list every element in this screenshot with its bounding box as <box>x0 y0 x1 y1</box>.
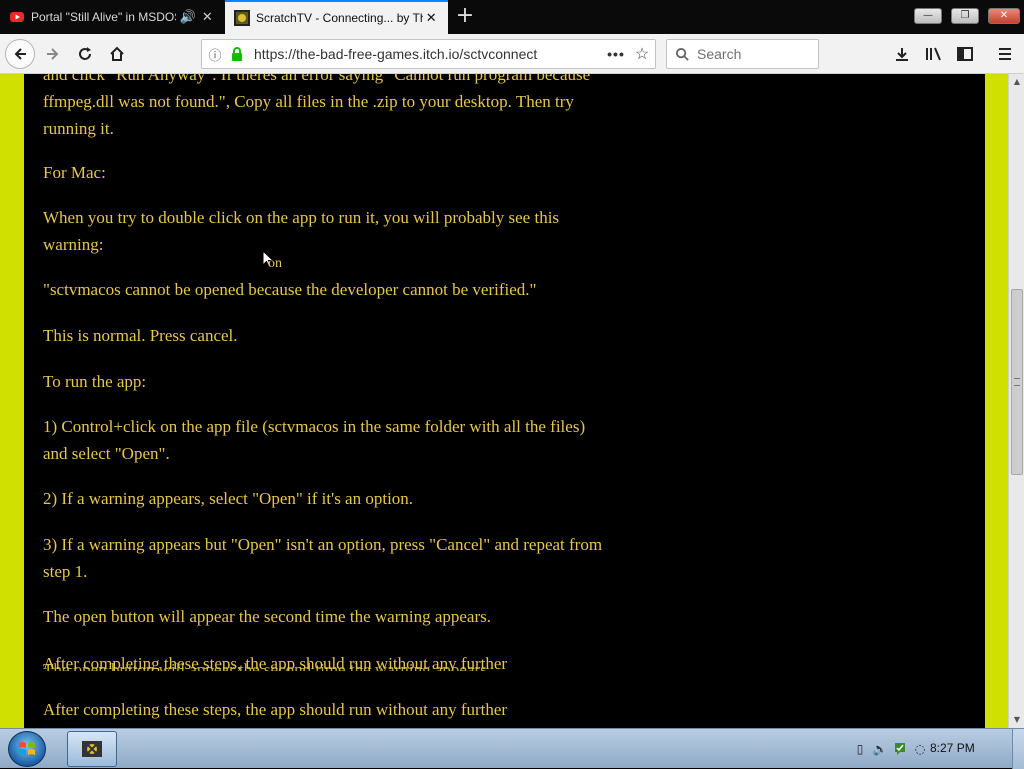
address-bar[interactable]: ⓘ https://the-bad-free-games.itch.io/sct… <box>201 39 656 69</box>
taskbar-app-scratchtv[interactable] <box>67 731 117 767</box>
sidebar-icon <box>957 47 973 61</box>
search-placeholder: Search <box>697 46 742 62</box>
taskbar: ▯ 🔈 ◌ 8:27 PM <box>0 728 1024 769</box>
scroll-down-icon[interactable]: ▼ <box>1009 712 1024 728</box>
youtube-icon <box>10 12 24 22</box>
paragraph-press-cancel: This is normal. Press cancel. <box>43 326 238 345</box>
tab-strip: Portal "Still Alive" in MSDOS 🔊 ✕ Scratc… <box>0 0 1024 34</box>
right-page-border <box>985 74 1008 728</box>
paragraph-warning-message: "sctvmacos cannot be opened because the … <box>43 280 537 299</box>
scroll-render-artifact: After completing these steps, the app sh… <box>43 653 603 671</box>
url-text[interactable]: https://the-bad-free-games.itch.io/sctvc… <box>254 46 603 62</box>
home-button[interactable] <box>102 39 132 69</box>
downloads-button[interactable] <box>887 39 917 69</box>
back-button[interactable] <box>5 39 35 69</box>
reload-icon <box>79 47 91 60</box>
system-tray: ▯ 🔈 ◌ <box>852 737 928 761</box>
start-button[interactable] <box>8 731 46 767</box>
paragraph-open-button-note: The open button will appear the second t… <box>43 607 491 626</box>
new-tab-button[interactable]: + <box>452 5 478 29</box>
scrollbar-grip <box>1014 378 1020 386</box>
close-tab-icon[interactable]: ✕ <box>200 9 215 25</box>
library-button[interactable] <box>919 39 949 69</box>
navigation-toolbar: ⓘ https://the-bad-free-games.itch.io/sct… <box>0 34 1024 74</box>
search-icon <box>667 47 697 62</box>
maximize-button[interactable]: ❐ <box>951 8 979 24</box>
step-2: 2) If a warning appears, select "Open" i… <box>43 489 414 508</box>
scratchtv-icon <box>234 10 250 26</box>
paragraph-windows-error: and click "Run Anyway". If theres an err… <box>43 74 591 138</box>
back-arrow-icon <box>5 39 35 69</box>
heading-for-mac: For Mac: <box>43 163 106 182</box>
taskbar-clock[interactable]: 8:27 PM <box>930 741 1000 755</box>
heading-to-run-the-app: To run the app: <box>43 372 147 391</box>
tab-scratchtv[interactable]: ScratchTV - Connecting... by Th ✕ <box>225 0 448 34</box>
paragraph-warning-intro: When you try to double click on the app … <box>43 208 560 254</box>
scratchtv-icon <box>82 741 102 757</box>
lock-icon[interactable] <box>228 47 246 61</box>
cursor-overlap-text: on <box>268 256 282 271</box>
bookmark-star-icon[interactable]: ☆ <box>629 44 655 64</box>
menu-button[interactable] <box>990 39 1020 69</box>
tab-title: Portal "Still Alive" in MSDOS <box>31 10 176 24</box>
sidebar-toggle-button[interactable] <box>950 39 980 69</box>
step-1: 1) Control+click on the app file (sctvma… <box>43 417 586 463</box>
download-icon <box>896 48 908 61</box>
action-center-icon[interactable] <box>892 741 908 757</box>
network-icon[interactable]: ◌ <box>912 741 928 757</box>
reload-button[interactable] <box>70 39 100 69</box>
volume-icon[interactable]: 🔈 <box>872 741 888 757</box>
show-desktop-button[interactable] <box>1012 729 1024 769</box>
forward-button[interactable] <box>38 39 68 69</box>
scrollbar-thumb[interactable] <box>1011 289 1023 475</box>
speaker-icon[interactable]: 🔊 <box>180 9 196 25</box>
page-viewport: and click "Run Anyway". If theres an err… <box>0 74 1008 728</box>
tab-title: ScratchTV - Connecting... by Th <box>256 11 424 25</box>
close-window-button[interactable]: ✕ <box>988 8 1020 24</box>
windows-logo-icon <box>19 742 35 755</box>
hamburger-menu-icon <box>999 48 1011 60</box>
step-3: 3) If a warning appears but "Open" isn't… <box>43 535 603 581</box>
scroll-up-icon[interactable]: ▲ <box>1009 74 1024 90</box>
info-icon[interactable]: ⓘ <box>202 45 228 64</box>
paragraph-after-steps: After completing these steps, the app sh… <box>43 700 508 719</box>
search-input[interactable]: Search <box>666 39 819 69</box>
show-hidden-icons-icon[interactable]: ▯ <box>852 741 868 757</box>
vertical-scrollbar[interactable]: ▲ ▼ <box>1008 74 1024 728</box>
minimize-button[interactable]: — <box>914 8 942 24</box>
artifact-line-2: The open button will appear the second t… <box>43 660 491 671</box>
close-tab-icon[interactable]: ✕ <box>423 10 439 26</box>
left-page-border <box>0 74 24 728</box>
home-icon <box>110 46 124 61</box>
page-actions-icon[interactable]: ••• <box>603 46 629 62</box>
forward-arrow-icon <box>47 48 59 60</box>
tab-portal-still-alive[interactable]: Portal "Still Alive" in MSDOS 🔊 ✕ <box>0 0 224 34</box>
library-icon <box>926 47 941 61</box>
